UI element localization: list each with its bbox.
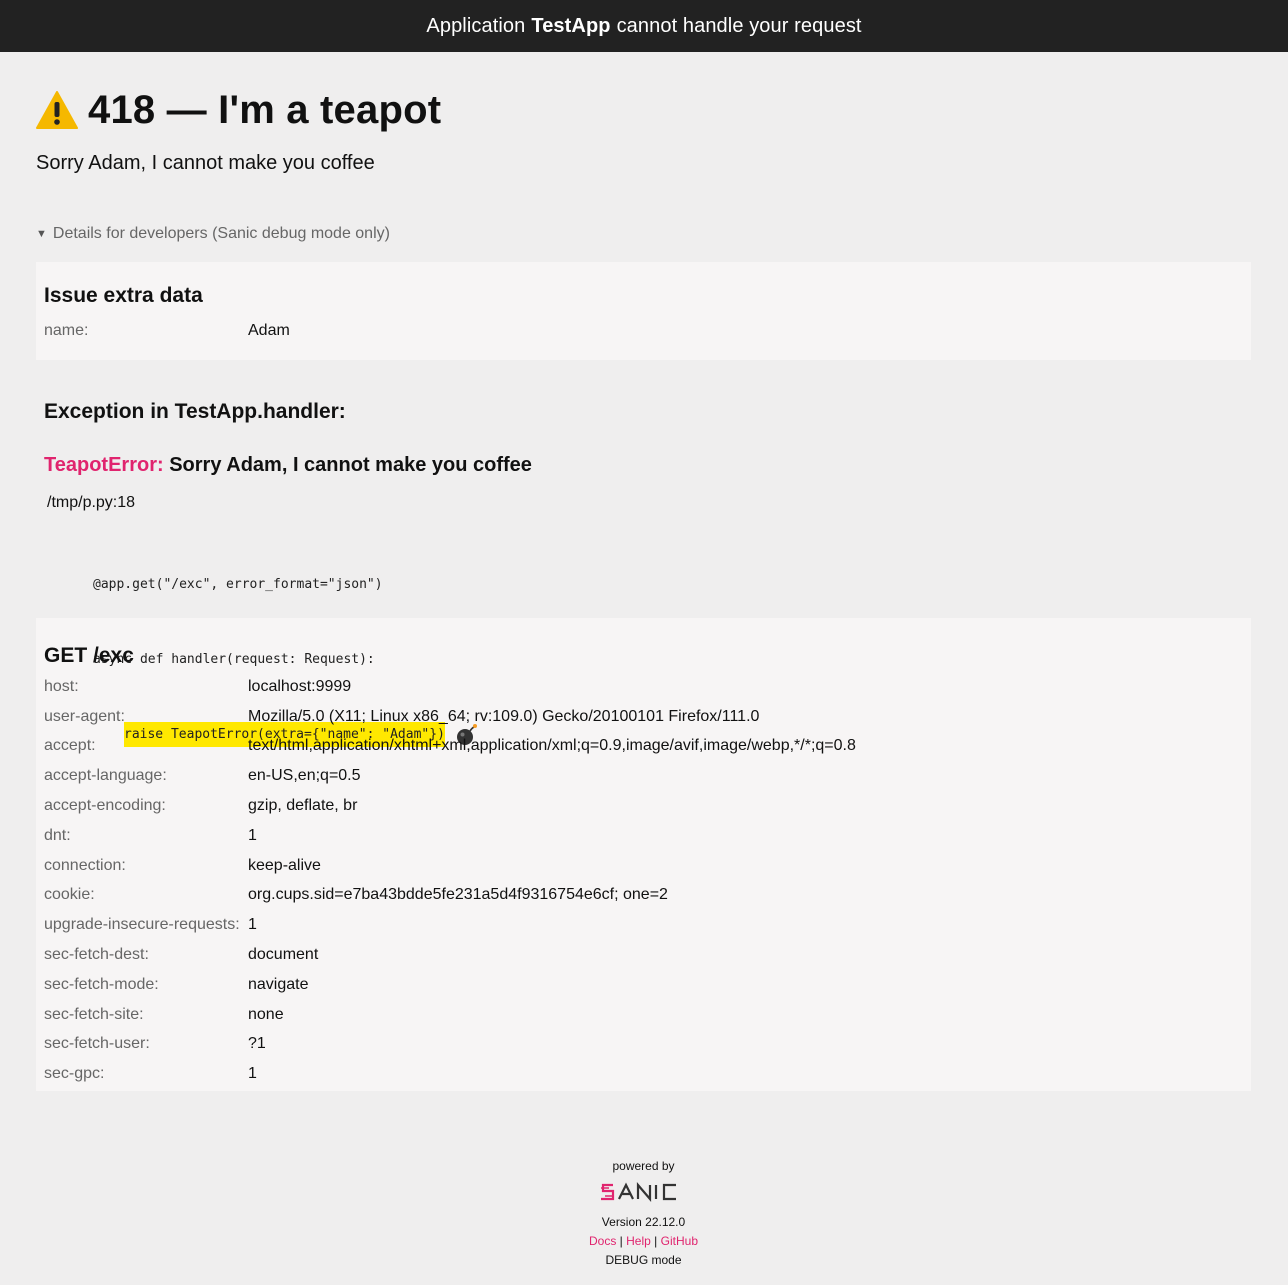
request-header-row: dnt: 1 [44,821,1243,851]
request-header-row: accept-encoding: gzip, deflate, br [44,791,1243,821]
request-header-value: document [248,946,319,964]
top-bar: Application TestApp cannot handle your r… [0,0,1288,52]
triangle-down-icon: ▼ [36,228,47,240]
request-header-key: sec-fetch-user: [44,1035,150,1053]
request-header-value: gzip, deflate, br [248,797,358,815]
extra-data-heading: Issue extra data [44,284,203,307]
details-summary-label: Details for developers (Sanic debug mode… [52,225,390,242]
docs-link[interactable]: Docs [589,1234,616,1248]
request-header-key: accept-language: [44,767,167,785]
extra-data-key: name: [44,321,89,339]
request-panel: GET /exc host: localhost:9999 user-agent: M… [36,618,1251,1092]
request-header-key: accept: [44,737,96,755]
request-header-value: navigate [248,975,309,993]
request-header-key: host: [44,677,79,695]
request-header-key: dnt: [44,826,71,844]
powered-by-label: powered by [612,1159,675,1174]
request-header-row: sec-fetch-site: none [44,1000,1243,1030]
footer: powered by Version 22.12.0 Docs | Help |… [36,1157,1251,1270]
header-suffix: cannot handle your request [616,14,862,37]
request-header-key: connection: [44,856,126,874]
request-header-value: keep-alive [248,856,321,874]
request-header-row: cookie: org.cups.sid=e7ba43bdde5fe231a5d4… [44,881,1243,911]
request-header-key: sec-fetch-site: [44,1005,144,1023]
extra-data-value: Adam [248,321,290,339]
request-header-value: en-US,en;q=0.5 [248,767,361,785]
code-line: @app.get("/exc", error_format="json") [93,577,383,592]
help-link[interactable]: Help [626,1234,651,1248]
extra-data-row: name: Adam [44,316,1243,346]
request-header-row: connection: keep-alive [44,851,1243,881]
main-content: 418 — I'm a teapot Sorry Adam, I cannot … [0,86,1288,1270]
title-row: 418 — I'm a teapot [36,86,1251,134]
request-header-key: upgrade-insecure-requests: [44,916,240,934]
exception-section: Exception in TestApp.handler: TeapotErro… [36,360,1251,747]
request-header-row: accept-language: en-US,en;q=0.5 [44,761,1243,791]
request-header-key: sec-fetch-mode: [44,975,159,993]
link-separator: | [654,1234,658,1249]
page-title: 418 — I'm a teapot [88,87,442,132]
request-header-row: upgrade-insecure-requests: 1 [44,910,1243,940]
request-header-value: Mozilla/5.0 (X11; Linux x86_64; rv:109.0… [248,707,760,725]
warning-icon [36,91,78,129]
footer-links: Docs | Help | GitHub [36,1232,1251,1251]
request-header-value: none [248,1005,284,1023]
request-header-row: sec-gpc: 1 [44,1059,1243,1089]
debug-mode-label: DEBUG mode [605,1253,682,1268]
request-header-value: 1 [248,1065,257,1083]
extra-data-panel: Issue extra data name: Adam [36,262,1251,360]
exception-message: Sorry Adam, I cannot make you coffee [169,454,532,476]
sanic-logo [600,1182,676,1203]
github-link[interactable]: GitHub [661,1234,698,1248]
request-header-key: sec-fetch-dest: [44,946,149,964]
request-header-row: sec-fetch-dest: document [44,940,1243,970]
request-header-key: cookie: [44,886,95,904]
exception-heading: Exception in TestApp.handler: [44,400,346,423]
request-header-value: localhost:9999 [248,677,352,695]
version-label: Version 22.12.0 [601,1215,686,1230]
app-name: TestApp [531,14,611,37]
header-prefix: Application [426,14,526,37]
frame-path: /tmp/p.py:18 [47,494,136,511]
request-header-key: user-agent: [44,707,125,725]
request-header-value: 1 [248,916,257,934]
request-header-key: accept-encoding: [44,797,166,815]
exception-line: TeapotError: Sorry Adam, I cannot make y… [44,454,1243,477]
request-header-value: ?1 [248,1035,266,1053]
link-separator: | [619,1234,623,1249]
error-message: Sorry Adam, I cannot make you coffee [36,152,375,174]
details-toggle[interactable]: ▼ Details for developers (Sanic debug mo… [36,225,1251,243]
request-header-value: org.cups.sid=e7ba43bdde5fe231a5d4f931675… [248,886,668,904]
request-header-row: host: localhost:9999 [44,672,1243,702]
request-header-row: sec-fetch-mode: navigate [44,970,1243,1000]
request-header-key: sec-gpc: [44,1065,105,1083]
request-header-value: 1 [248,826,257,844]
exception-type: TeapotError: [44,454,164,476]
request-header-row: sec-fetch-user: ?1 [44,1030,1243,1060]
request-header-value: text/html,application/xhtml+xml,applicat… [248,737,856,755]
